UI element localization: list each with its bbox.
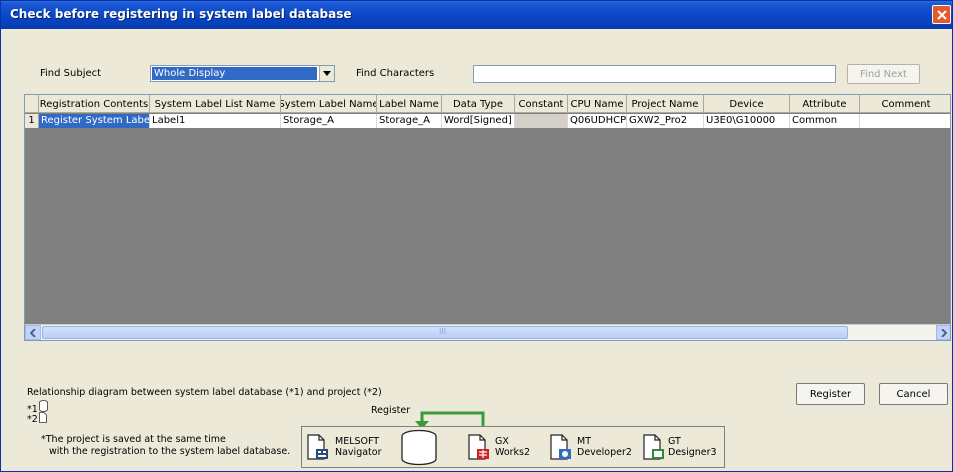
mt-developer2-icon [550,434,571,460]
cell-registration-contents[interactable]: Register System Label [39,114,150,128]
row-number: 1 [25,114,39,128]
chevron-down-icon [323,71,331,76]
cell-attribute[interactable]: Common [790,114,860,128]
register-button[interactable]: Register [796,383,865,405]
gt-designer3-icon [643,434,664,460]
find-subject-value: Whole Display [152,67,317,80]
find-subject-select[interactable]: Whole Display [150,65,335,82]
register-caption: Register [371,405,411,416]
node-line2: Navigator [335,447,382,458]
node-line2: Developer2 [577,447,632,458]
dialog-window: Check before registering in system label… [0,0,953,472]
chevron-left-icon [30,328,36,337]
scroll-thumb[interactable]: III [42,326,848,339]
column-header[interactable]: Registration Contents [39,95,150,113]
database-icon [39,400,48,412]
column-header[interactable]: Constant [515,95,568,113]
column-header[interactable]: Data Type [442,95,515,113]
column-header[interactable]: Device [704,95,790,113]
column-header[interactable]: Project Name [627,95,704,113]
find-next-button[interactable]: Find Next [847,64,920,84]
node-line1: MELSOFT [335,436,380,447]
cell-data-type[interactable]: Word[Signed] [442,114,515,128]
table-row[interactable]: 1 Register System Label Label1 Storage_A… [25,114,950,128]
cell-label-name[interactable]: Storage_A [377,114,442,128]
node-line1: GX [495,436,509,447]
cell-constant[interactable] [515,114,568,128]
column-header[interactable]: Comment [860,95,950,113]
gx-works2-icon [468,434,489,460]
footnote-line1: *The project is saved at the same time [41,434,226,445]
find-subject-label: Find Subject [40,68,102,79]
cell-cpu-name[interactable]: Q06UDHCPU [568,114,627,128]
column-header[interactable]: Label Name [377,95,442,113]
row-number-header [25,95,39,113]
scroll-right-button[interactable] [936,325,950,340]
window-title: Check before registering in system label… [10,7,352,21]
find-characters-input[interactable] [473,65,836,83]
note2-marker: *2 [27,414,38,425]
cell-comment[interactable] [860,114,950,128]
node-line2: Works2 [495,447,531,458]
cell-project-name[interactable]: GXW2_Pro2 [627,114,704,128]
find-characters-label: Find Characters [356,68,435,79]
column-header[interactable]: System Label Name [281,95,377,113]
cell-device[interactable]: U3E0\G10000 [704,114,790,128]
project-file-icon [39,412,47,423]
close-button[interactable] [932,5,951,24]
relationship-diagram: MELSOFT Navigator GX Works2 MT Developer… [301,426,725,468]
column-header[interactable]: Attribute [790,95,860,113]
table-header: Registration Contents System Label List … [25,95,950,113]
node-line2: Designer3 [668,447,717,458]
system-label-database-icon [401,429,437,466]
scroll-grip: III [439,327,447,336]
node-line1: GT [668,436,681,447]
cell-system-label-list-name[interactable]: Label1 [150,114,281,128]
horizontal-scrollbar[interactable]: III [25,324,950,340]
label-table[interactable]: Registration Contents System Label List … [24,94,951,341]
chevron-right-icon [941,328,947,337]
title-bar[interactable]: Check before registering in system label… [1,1,952,29]
column-header[interactable]: System Label List Name [150,95,281,113]
navigator-icon [307,434,328,460]
relationship-title: Relationship diagram between system labe… [27,387,382,398]
node-line1: MT [577,436,591,447]
cell-system-label-name[interactable]: Storage_A [281,114,377,128]
dropdown-button[interactable] [319,66,334,81]
cancel-button[interactable]: Cancel [879,383,948,405]
footnote-line2: with the registration to the system labe… [49,446,291,457]
scroll-left-button[interactable] [25,325,41,340]
close-icon [936,9,947,20]
column-header[interactable]: CPU Name [568,95,627,113]
